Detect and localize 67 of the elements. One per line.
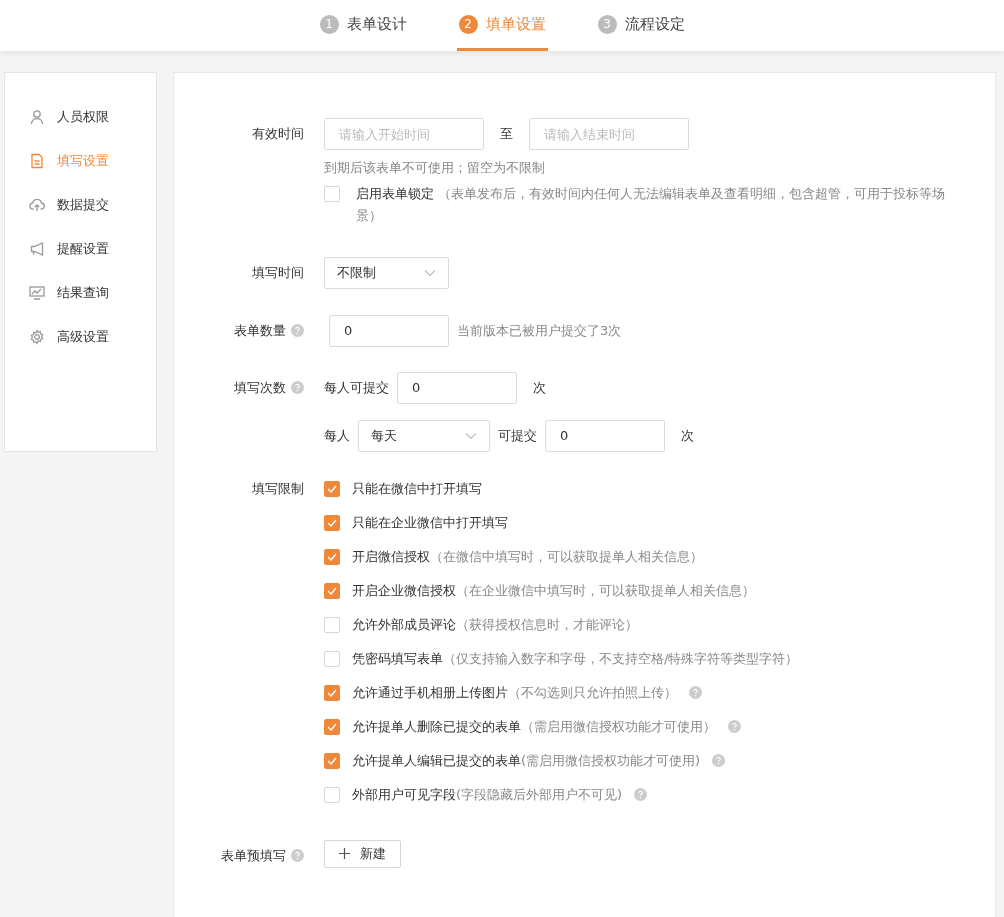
field-label: 表单数量 bbox=[234, 321, 286, 340]
checkbox[interactable] bbox=[324, 616, 340, 633]
input-field[interactable]: 请输入开始时间 bbox=[324, 118, 484, 150]
text: 每人 bbox=[324, 426, 350, 445]
checkbox[interactable] bbox=[324, 514, 340, 531]
checkbox[interactable] bbox=[324, 786, 340, 803]
input-field[interactable]: 请输入结束时间 bbox=[529, 118, 689, 150]
dropdown[interactable]: 不限制 bbox=[324, 256, 449, 289]
checkbox[interactable] bbox=[324, 185, 340, 202]
field-label: 有效时间 bbox=[252, 125, 304, 144]
unit-text: 次 bbox=[681, 426, 694, 445]
monitor-icon bbox=[29, 285, 45, 301]
check-icon bbox=[327, 552, 337, 561]
unit-text: 次 bbox=[533, 378, 546, 397]
new-button[interactable]: 新建 bbox=[324, 839, 401, 868]
text: 每人可提交 bbox=[324, 378, 389, 397]
dropdown[interactable]: 每天 bbox=[358, 419, 490, 452]
field-label: 填写限制 bbox=[252, 479, 304, 498]
checkbox[interactable] bbox=[324, 480, 340, 497]
chevron-down-icon bbox=[465, 431, 477, 440]
lock-description: 启用表单锁定 （表单发布后，有效时间内任何人无法编辑表单及查看明细，包含超管，可用于投标等场景） bbox=[356, 184, 947, 225]
field-label: 填写时间 bbox=[252, 263, 304, 282]
check-icon bbox=[327, 484, 337, 493]
person-icon bbox=[29, 109, 45, 125]
input-field[interactable]: 0 bbox=[397, 371, 517, 404]
check-icon bbox=[327, 756, 337, 765]
option-label: 只能在企业微信中打开填写 bbox=[352, 513, 508, 532]
option-label: 凭密码填写表单（仅支持输入数字和字母，不支持空格/特殊字符等类型字符） bbox=[352, 649, 799, 668]
option-label: 允许提单人删除已提交的表单（需启用微信授权功能才可使用） bbox=[352, 717, 716, 736]
hint-text: 到期后该表单不可使用；留空为不限制 bbox=[324, 159, 546, 177]
option-label: 允许通过手机相册上传图片（不勾选则只允许拍照上传） bbox=[352, 683, 677, 702]
field-label: 表单预填写 bbox=[221, 846, 286, 865]
checkbox[interactable] bbox=[324, 684, 340, 701]
option-label: 只能在微信中打开填写 bbox=[352, 479, 482, 498]
option-label: 开启企业微信授权（在企业微信中填写时，可以获取提单人相关信息） bbox=[352, 581, 755, 600]
gear-icon bbox=[29, 329, 45, 345]
note-text: 当前版本已被用户提交了3次 bbox=[457, 321, 622, 340]
sidebar-item[interactable]: 数据提交 bbox=[5, 183, 156, 227]
separator-text: 至 bbox=[500, 125, 513, 144]
check-icon bbox=[327, 518, 337, 527]
option-label: 开启微信授权（在微信中填写时，可以获取提单人相关信息） bbox=[352, 547, 703, 566]
plus-icon bbox=[339, 848, 350, 859]
sidebar-item[interactable]: 结果查询 bbox=[5, 271, 156, 315]
input-field[interactable]: 0 bbox=[329, 314, 449, 347]
field-label: 填写次数 bbox=[234, 378, 286, 397]
step-tab[interactable]: 1 表单设计 bbox=[317, 0, 409, 51]
checkbox[interactable] bbox=[324, 752, 340, 769]
sidebar-item[interactable]: 人员权限 bbox=[5, 95, 156, 139]
checkbox[interactable] bbox=[324, 582, 340, 599]
check-icon bbox=[327, 688, 337, 697]
check-icon bbox=[327, 722, 337, 731]
checkbox[interactable] bbox=[324, 718, 340, 735]
text: 可提交 bbox=[498, 426, 537, 445]
upload-icon bbox=[29, 197, 45, 213]
checkbox[interactable] bbox=[324, 548, 340, 565]
step-tab[interactable]: 3 流程设定 bbox=[595, 0, 687, 51]
sidebar-item[interactable]: 提醒设置 bbox=[5, 227, 156, 271]
megaphone-icon bbox=[29, 241, 45, 257]
chevron-down-icon bbox=[424, 268, 436, 277]
option-label: 允许外部成员评论（获得授权信息时，才能评论） bbox=[352, 615, 638, 634]
checkbox[interactable] bbox=[324, 650, 340, 667]
document-icon bbox=[29, 153, 45, 169]
input-field[interactable]: 0 bbox=[545, 419, 665, 452]
sidebar-item[interactable]: 高级设置 bbox=[5, 315, 156, 359]
option-label: 允许提单人编辑已提交的表单(需启用微信授权功能才可使用) bbox=[352, 751, 701, 770]
check-icon bbox=[327, 586, 337, 595]
option-label: 外部用户可见字段(字段隐藏后外部用户不可见) bbox=[352, 785, 623, 804]
